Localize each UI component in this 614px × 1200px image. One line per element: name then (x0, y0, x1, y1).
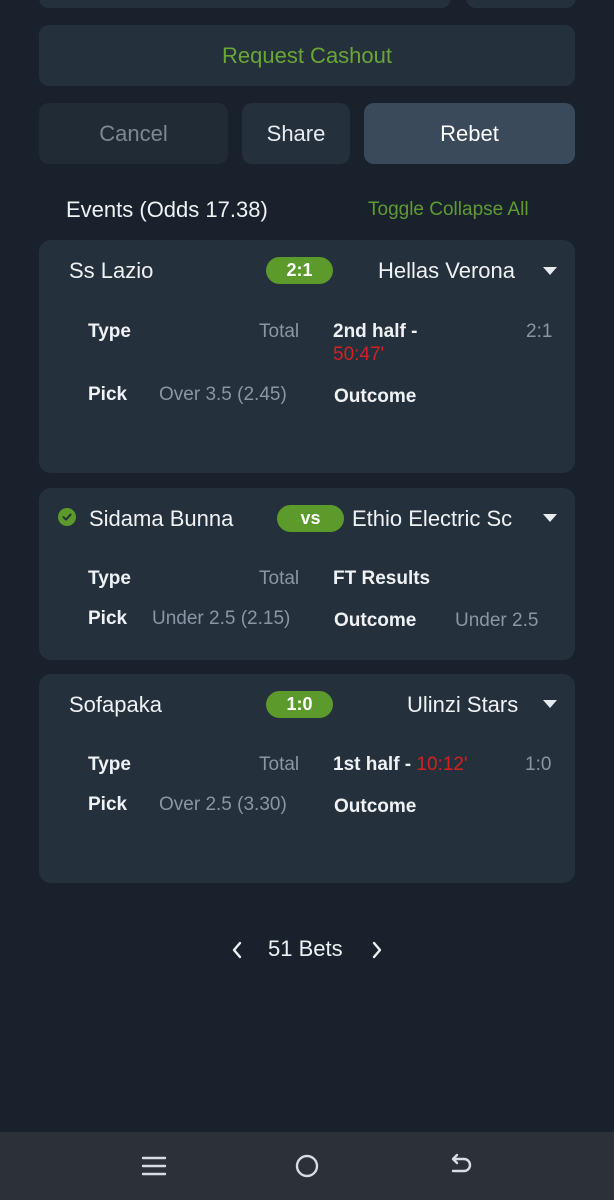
home-circle-icon[interactable] (291, 1150, 323, 1182)
rebet-button[interactable]: Rebet (364, 103, 575, 164)
match-status: 2nd half - (333, 321, 418, 342)
chevron-left-icon[interactable] (230, 939, 244, 961)
match-time: 10:12' (416, 754, 468, 775)
pick-label: Pick (88, 384, 128, 405)
pick-value: Under 2.5 (2.15) (152, 608, 291, 629)
live-score: 2:1 (526, 321, 553, 342)
type-label: Type (88, 754, 131, 775)
top-partial-field-right (466, 0, 576, 8)
type-label: Type (88, 321, 131, 342)
outcome-label: Outcome (334, 796, 417, 817)
bets-count: 51 Bets (268, 936, 343, 961)
outcome-label: Outcome (334, 610, 417, 631)
outcome-label: Outcome (334, 386, 417, 407)
cancel-button[interactable]: Cancel (39, 103, 228, 164)
menu-icon[interactable] (138, 1150, 170, 1182)
chevron-right-icon[interactable] (370, 939, 384, 961)
toggle-collapse-all-link[interactable]: Toggle Collapse All (368, 199, 529, 221)
score-badge: vs (277, 505, 344, 532)
home-team: Ss Lazio (69, 258, 154, 283)
pick-label: Pick (88, 608, 128, 629)
type-value: Total (259, 568, 300, 589)
home-team: Sidama Bunna (89, 506, 234, 531)
event-card[interactable]: Sidama Bunna vs Ethio Electric Sc Type T… (39, 488, 575, 660)
match-time: 50:47' (333, 344, 385, 365)
pick-value: Over 3.5 (2.45) (159, 384, 287, 405)
check-circle-icon (58, 508, 76, 526)
top-partial-field (39, 0, 451, 8)
match-status: FT Results (333, 568, 431, 589)
score-badge: 1:0 (266, 691, 333, 718)
type-value: Total (259, 321, 300, 342)
chevron-down-icon[interactable] (543, 267, 557, 275)
back-icon[interactable] (444, 1150, 476, 1182)
bets-pager: 51 Bets (0, 936, 614, 966)
match-status-prefix: 1st half - (333, 754, 412, 775)
pick-label: Pick (88, 794, 128, 815)
event-card[interactable]: Ss Lazio 2:1 Hellas Verona Type Total 2n… (39, 240, 575, 473)
pick-value: Over 2.5 (3.30) (159, 794, 287, 815)
event-card[interactable]: Sofapaka 1:0 Ulinzi Stars Type Total 1st… (39, 674, 575, 883)
request-cashout-button[interactable]: Request Cashout (39, 25, 575, 86)
events-title: Events (Odds 17.38) (66, 197, 268, 222)
live-score: 1:0 (525, 754, 552, 775)
chevron-down-icon[interactable] (543, 514, 557, 522)
system-nav-bar (0, 1132, 614, 1200)
outcome-value: Under 2.5 (455, 610, 539, 631)
home-team: Sofapaka (69, 692, 162, 717)
type-value: Total (259, 754, 300, 775)
score-badge: 2:1 (266, 257, 333, 284)
chevron-down-icon[interactable] (543, 700, 557, 708)
bet-detail-screen: Request Cashout Cancel Share Rebet Event… (0, 0, 614, 1200)
match-status: 1st half - 10:12' (333, 754, 468, 776)
away-team: Hellas Verona (378, 258, 515, 283)
share-button[interactable]: Share (242, 103, 350, 164)
type-label: Type (88, 568, 131, 589)
away-team: Ethio Electric Sc (352, 506, 513, 531)
away-team: Ulinzi Stars (407, 692, 519, 717)
